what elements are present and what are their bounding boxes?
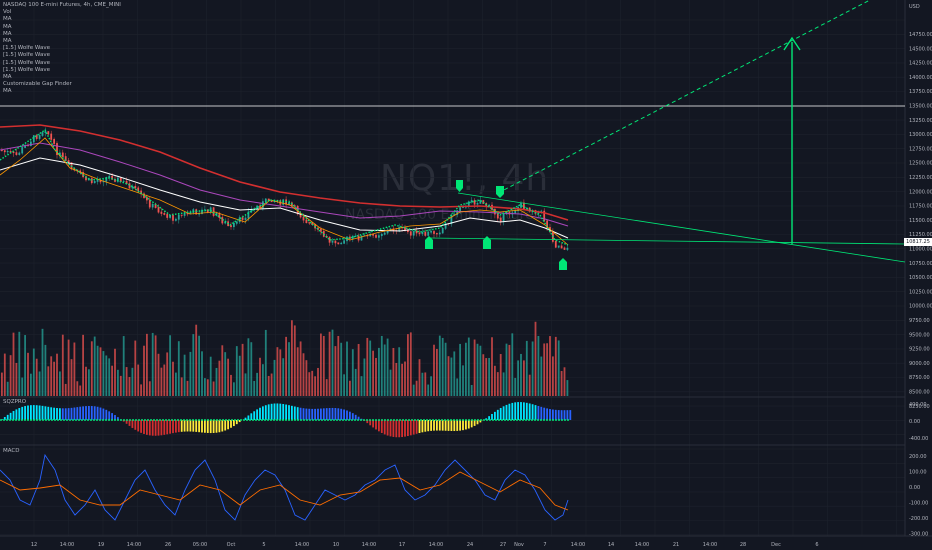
time-axis-label: 14:00 (127, 542, 141, 548)
time-axis-label: Dec (771, 542, 781, 548)
price-scale-label: 9750.00 (909, 318, 930, 324)
indicator-8[interactable]: [1.5] Wolfe Wave (3, 67, 121, 74)
time-axis-label: 27 (500, 542, 506, 548)
wolfe-point-marker (483, 236, 491, 249)
wolfe-upper-line[interactable] (457, 192, 906, 263)
time-axis-label: 14:00 (571, 542, 585, 548)
macd-scale[interactable]: 200.00 100.00 0.00 -100.00 -200.00 -300.00 (909, 454, 928, 538)
current-price-badge: 10817.25 (904, 238, 932, 246)
price-scale-label: 11500.00 (909, 218, 932, 224)
time-axis-label: 21 (673, 542, 679, 548)
indicator-list: Vol MA MA MA MA [1.5] Wolfe Wave [1.5] Wolfe W… (3, 9, 121, 95)
time-axis-label: 14:00 (362, 542, 376, 548)
time-axis-label: 14:00 (295, 542, 309, 548)
time-axis-label: 7 (543, 542, 546, 548)
time-axis-label: Oct (227, 542, 236, 548)
macd-scale-label: -200.00 (909, 516, 928, 522)
indicator-0[interactable]: Vol (3, 9, 121, 16)
time-axis-label: 5 (262, 542, 265, 548)
chart-grid (0, 0, 905, 536)
price-scale[interactable]: USD 14750.00 14500.00 14250.00 14000.00 13750… (909, 4, 932, 410)
time-axis-label: 14:00 (60, 542, 74, 548)
time-axis-label: 14:00 (703, 542, 717, 548)
volume-histogram (1, 320, 569, 396)
price-scale-label: 13500.00 (909, 104, 932, 110)
indicator-4[interactable]: MA (3, 38, 121, 45)
price-scale-label: 13000.00 (909, 132, 932, 138)
time-axis-label: 6 (815, 542, 818, 548)
time-axis-label: 14 (608, 542, 614, 548)
indicator-1[interactable]: MA (3, 16, 121, 23)
macd-pane-title[interactable]: MACD (3, 448, 20, 454)
sqz-scale-label: 0.00 (909, 419, 920, 425)
candlestick-series (1, 127, 569, 251)
price-scale-label: 8750.00 (909, 375, 930, 381)
time-axis-label: 10 (333, 542, 339, 548)
price-scale-label: 9500.00 (909, 332, 930, 338)
time-axis-label: 14:00 (635, 542, 649, 548)
price-scale-label: 9250.00 (909, 347, 930, 353)
price-scale-currency: USD (909, 4, 920, 10)
price-scale-label: 10750.00 (909, 261, 932, 267)
time-axis-label: 26 (165, 542, 171, 548)
indicator-2[interactable]: MA (3, 24, 121, 31)
price-scale-label: 8500.00 (909, 390, 930, 396)
wolfe-point-marker (456, 180, 463, 192)
macd-scale-label: -300.00 (909, 532, 928, 538)
indicator-6[interactable]: [1.5] Wolfe Wave (3, 52, 121, 59)
indicator-9[interactable]: MA (3, 74, 121, 81)
macd-scale-label: 100.00 (909, 470, 927, 476)
symbol-title[interactable]: NASDAQ 100 E-mini Futures, 4h, CME_MINI (3, 2, 121, 9)
price-scale-label: 11000.00 (909, 247, 932, 253)
price-scale-label: 10250.00 (909, 289, 932, 295)
time-axis[interactable]: 12 14:00 19 14:00 26 05:00 Oct 5 14:00 10 14:00 17 1… (31, 542, 819, 548)
price-scale-label: 13750.00 (909, 89, 932, 95)
price-scale-label: 13250.00 (909, 118, 932, 124)
wolfe-base-line[interactable] (429, 237, 906, 245)
chart-canvas[interactable]: USD14750.0014500.0014250.0014000.0013750… (0, 0, 932, 550)
price-scale-label: 9000.00 (909, 361, 930, 367)
price-scale-label: 14750.00 (909, 32, 932, 38)
indicator-7[interactable]: [1.5] Wolfe Wave (3, 60, 121, 67)
wolfe-point-marker (496, 186, 504, 198)
time-axis-label: 19 (98, 542, 104, 548)
price-scale-label: 14500.00 (909, 46, 932, 52)
time-axis-label: 05:00 (193, 542, 207, 548)
wolfe-target-line[interactable] (497, 0, 871, 194)
price-scale-label: 12500.00 (909, 161, 932, 167)
time-axis-label: 14:00 (429, 542, 443, 548)
price-scale-label: 10500.00 (909, 275, 932, 281)
price-scale-label: 12750.00 (909, 146, 932, 152)
macd-scale-label: -100.00 (909, 501, 928, 507)
price-scale-label: 11750.00 (909, 204, 932, 210)
time-axis-label: 24 (467, 542, 473, 548)
indicator-11[interactable]: MA (3, 88, 121, 95)
time-axis-label: 17 (399, 542, 405, 548)
price-scale-label: 14250.00 (909, 61, 932, 67)
sqz-scale-label: -400.00 (909, 436, 928, 442)
time-axis-label: 28 (740, 542, 746, 548)
time-axis-label: Nov (514, 542, 524, 548)
chart-root[interactable]: NQ1!, 4h NASDAQ 100 E-mini Futures USD 1… (0, 0, 932, 550)
sqz-scale-label: 400.00 (909, 402, 927, 408)
time-axis-label: 12 (31, 542, 37, 548)
price-scale-label: 14000.00 (909, 75, 932, 81)
macd-scale-label: 200.00 (909, 454, 927, 460)
price-scale-label: 12250.00 (909, 175, 932, 181)
price-scale-label: 10000.00 (909, 304, 932, 310)
macd-scale-label: 0.00 (909, 485, 920, 491)
indicator-legend: NASDAQ 100 E-mini Futures, 4h, CME_MINI … (3, 2, 121, 96)
price-scale-label: 12000.00 (909, 189, 932, 195)
indicator-3[interactable]: MA (3, 31, 121, 38)
sqz-pane-title[interactable]: SQZPRO (3, 399, 26, 405)
indicator-10[interactable]: Customizable Gap Finder (3, 81, 121, 88)
indicator-5[interactable]: [1.5] Wolfe Wave (3, 45, 121, 52)
wolfe-point-marker (559, 258, 567, 270)
